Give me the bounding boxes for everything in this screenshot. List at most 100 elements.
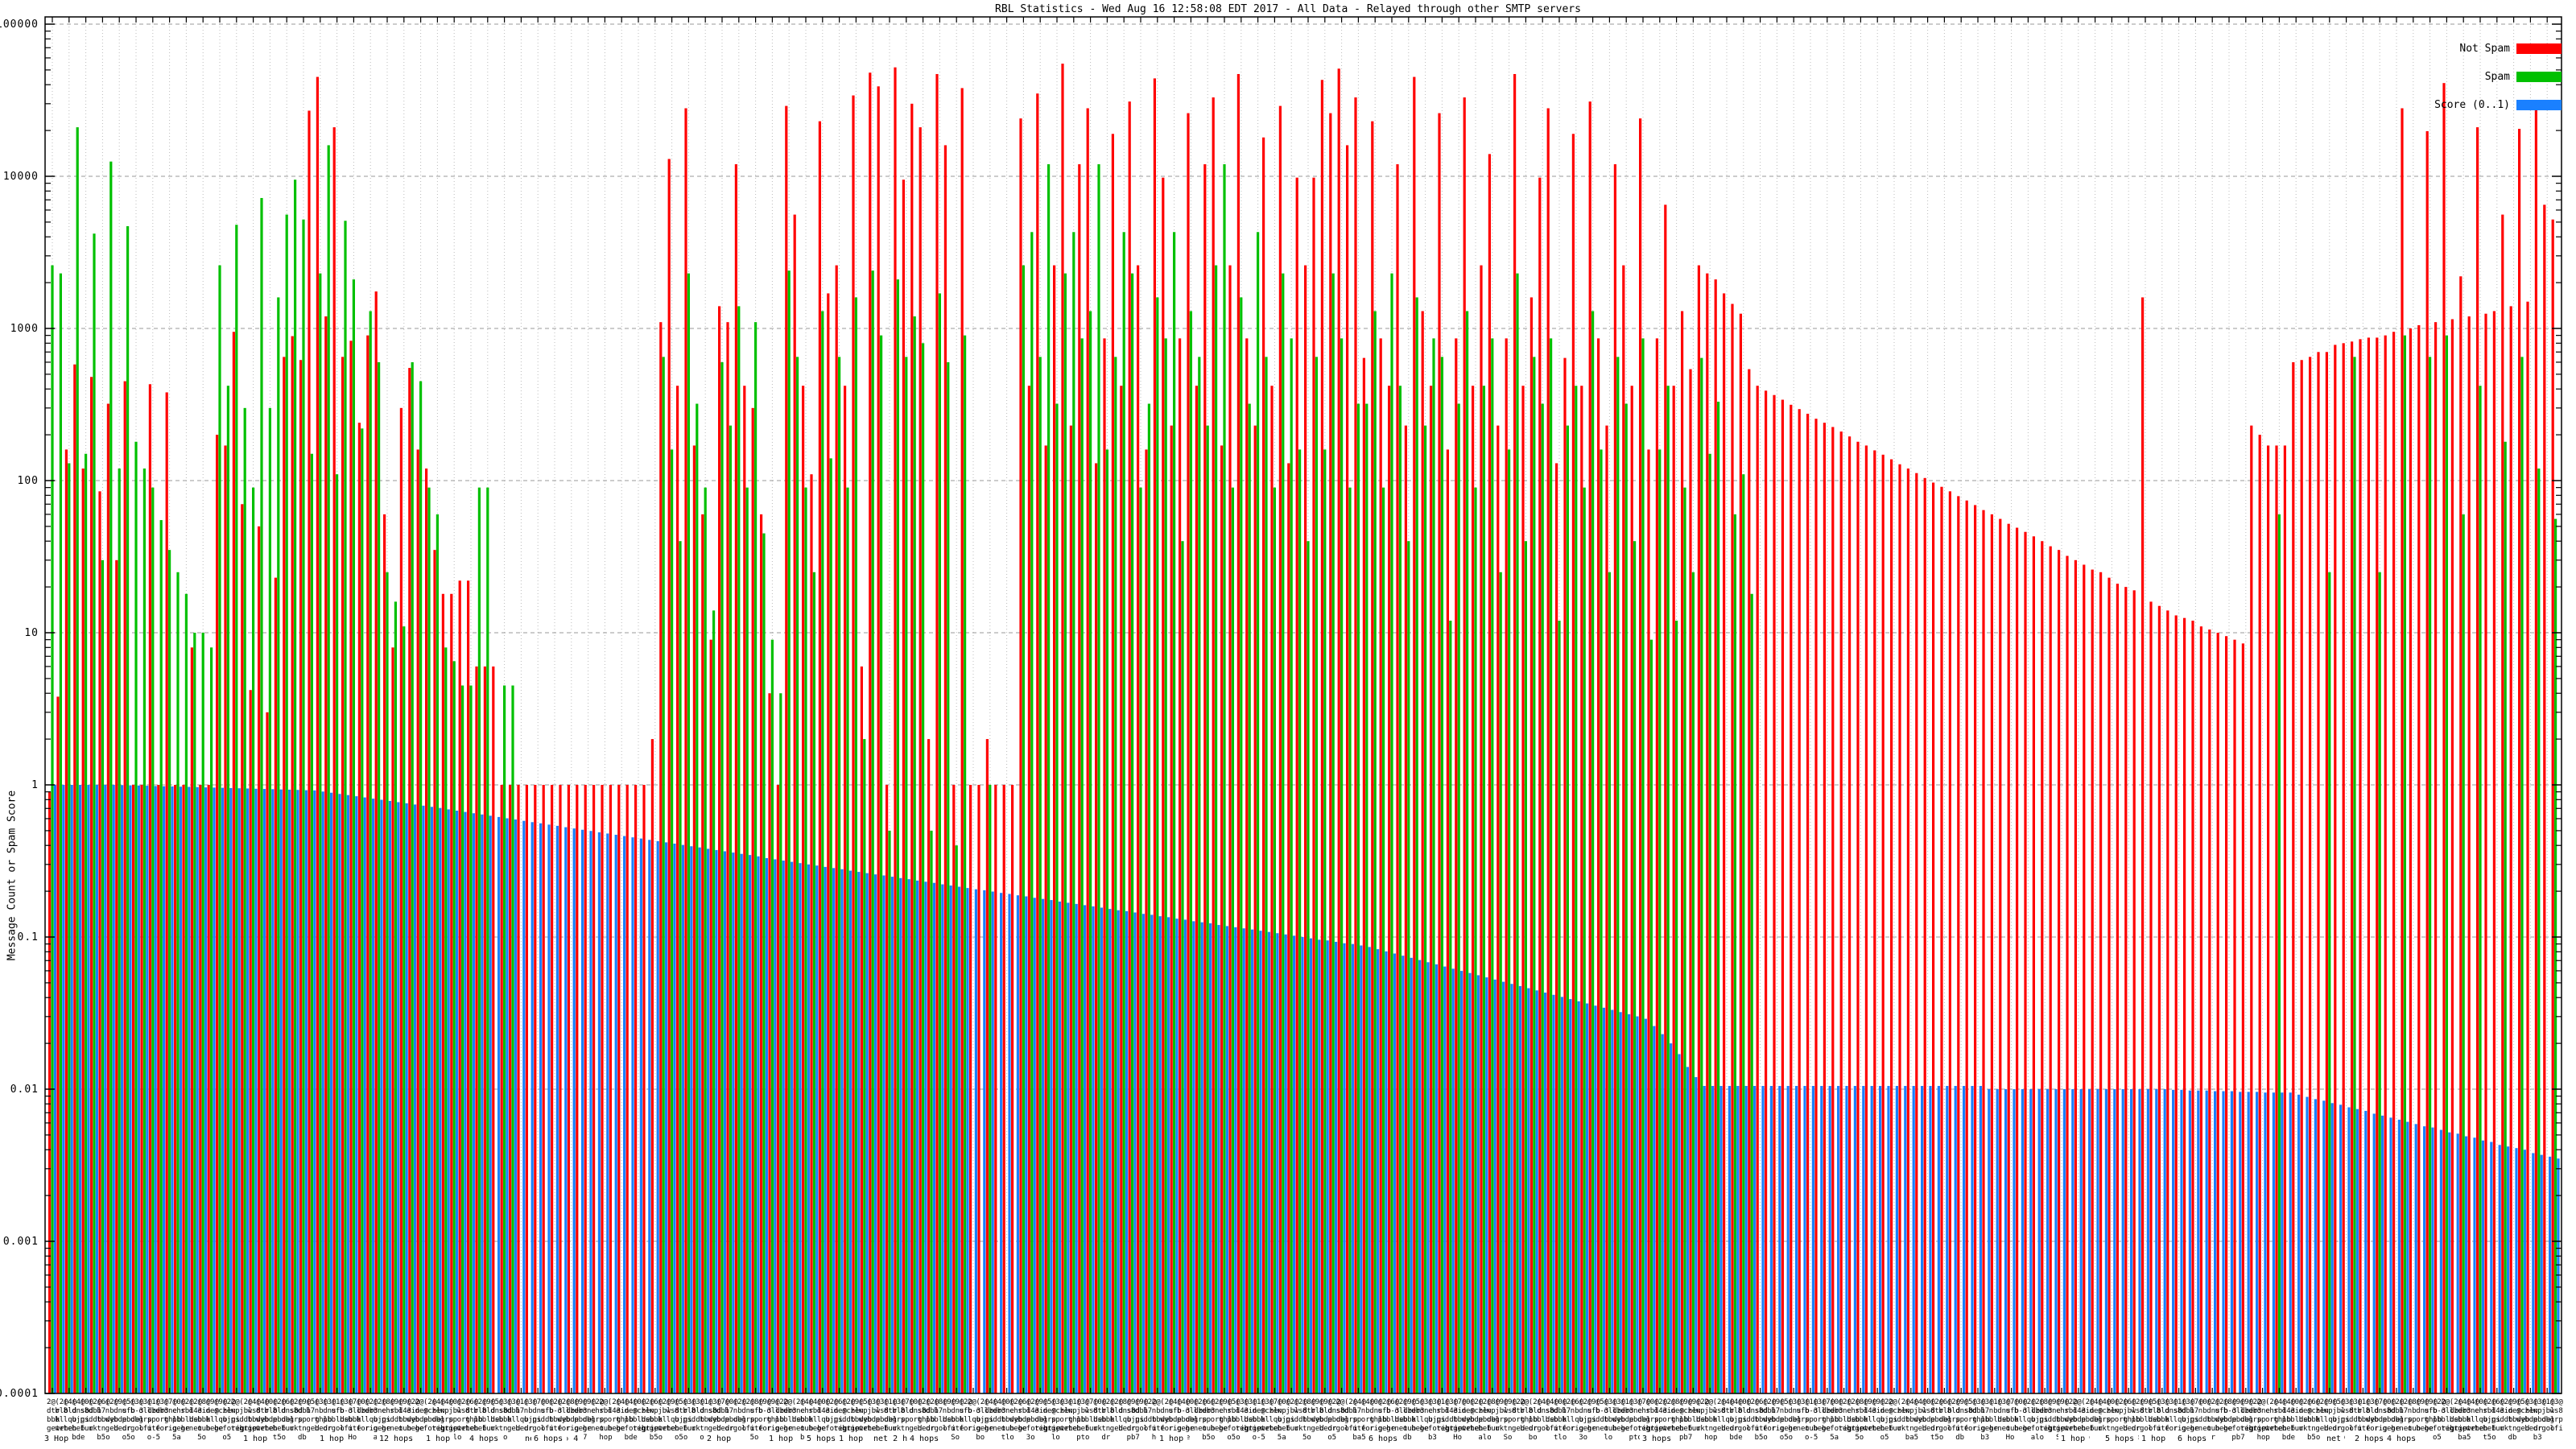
svg-text:pto: pto — [1076, 1434, 1089, 1442]
svg-text:db: db — [298, 1434, 307, 1442]
svg-text:pb: pb — [2433, 1416, 2442, 1424]
score-swatch — [2516, 99, 2562, 110]
svg-text:tlo: tlo — [1554, 1434, 1567, 1442]
svg-text:ps: ps — [1587, 1416, 1596, 1424]
legend-row-not-spam: Not Spam — [2434, 39, 2562, 58]
svg-text:4 hops: 4 hops — [469, 1435, 498, 1443]
svg-text:pb7: pb7 — [1679, 1434, 1692, 1442]
svg-text:0.01: 0.01 — [10, 1084, 39, 1096]
svg-text:1 hop: 1 hop — [769, 1435, 793, 1443]
svg-text:sp: sp — [1051, 1416, 1060, 1424]
svg-text:nb: nb — [1571, 1407, 1579, 1415]
svg-text:nb: nb — [2408, 1407, 2417, 1415]
svg-text:pb: pb — [473, 1416, 482, 1424]
svg-text:b5o: b5o — [1755, 1434, 1768, 1442]
svg-text:100: 100 — [18, 475, 39, 487]
svg-text:100000: 100000 — [0, 19, 39, 31]
svg-text:tn: tn — [1101, 1425, 1110, 1433]
svg-text:pb7: pb7 — [1127, 1434, 1140, 1442]
svg-text:t5o: t5o — [2483, 1434, 2496, 1442]
svg-text:ge: ge — [1018, 1425, 1026, 1433]
svg-text:Ho: Ho — [1453, 1434, 1462, 1442]
svg-text:pb: pb — [926, 1416, 935, 1424]
chart-title: RBL Statistics - Wed Aug 16 12:58:08 EDT… — [995, 3, 1581, 15]
svg-text:sp: sp — [298, 1416, 307, 1424]
svg-text:sp: sp — [2257, 1416, 2266, 1424]
svg-text:lo: lo — [1051, 1434, 1060, 1442]
svg-text:tn: tn — [2307, 1425, 2316, 1433]
svg-text:bl: bl — [55, 1416, 64, 1424]
svg-text:ps: ps — [532, 1416, 541, 1424]
svg-text:b3: b3 — [2533, 1434, 2542, 1442]
svg-text:1 hop: 1 hop — [2061, 1435, 2085, 1443]
svg-text:5a: 5a — [172, 1434, 181, 1442]
svg-text:pb: pb — [1529, 1416, 1538, 1424]
svg-text:db: db — [1955, 1434, 1964, 1442]
svg-text:sp: sp — [750, 1416, 759, 1424]
svg-text:ge: ge — [817, 1425, 826, 1433]
svg-text:b7: b7 — [2190, 1407, 2198, 1415]
svg-text:b7: b7 — [97, 1407, 105, 1415]
svg-text:lfi: lfi — [2550, 1425, 2563, 1433]
svg-text:wp: wp — [231, 1407, 240, 1415]
svg-text:5a: 5a — [1278, 1434, 1286, 1442]
svg-text:ba5: ba5 — [2458, 1434, 2471, 1442]
svg-text:ps: ps — [2341, 1416, 2350, 1424]
svg-text:ps: ps — [683, 1416, 691, 1424]
spam-swatch — [2516, 71, 2562, 82]
svg-text:t5o: t5o — [273, 1434, 286, 1442]
svg-text:b7: b7 — [1980, 1407, 1989, 1415]
svg-text:nb: nb — [524, 1407, 533, 1415]
svg-text:alo: alo — [2031, 1434, 2044, 1442]
legend-label-spam: Spam — [2484, 70, 2510, 83]
svg-text:1 hop: 1 hop — [2141, 1435, 2165, 1443]
svg-text:bde: bde — [2282, 1434, 2295, 1442]
svg-text:o-5: o-5 — [1253, 1434, 1265, 1442]
svg-text:ps: ps — [1889, 1416, 1897, 1424]
svg-text:dr: dr — [1101, 1434, 1110, 1442]
svg-text:ps: ps — [2491, 1416, 2500, 1424]
svg-text:tn: tn — [901, 1425, 910, 1433]
svg-text:ps: ps — [382, 1416, 390, 1424]
svg-text:ge: ge — [1620, 1425, 1629, 1433]
svg-text:sp: sp — [448, 1416, 457, 1424]
svg-text:sp: sp — [1504, 1416, 1513, 1424]
svg-text:bl: bl — [2467, 1416, 2475, 1424]
svg-text:b5o: b5o — [2307, 1434, 2320, 1442]
svg-text:1 hop: 1 hop — [243, 1435, 267, 1443]
svg-text:pb: pb — [1679, 1416, 1688, 1424]
svg-text:ge: ge — [2223, 1425, 2232, 1433]
svg-text:bde: bde — [72, 1434, 85, 1442]
svg-text:5o: 5o — [750, 1434, 759, 1442]
svg-text:pb: pb — [1980, 1416, 1989, 1424]
svg-text:ge: ge — [214, 1425, 223, 1433]
svg-text:tn: tn — [1905, 1425, 1914, 1433]
svg-text:bl: bl — [1110, 1416, 1119, 1424]
svg-text:pb: pb — [625, 1416, 634, 1424]
svg-text:5a: 5a — [1830, 1434, 1839, 1442]
svg-text:ps: ps — [1436, 1416, 1445, 1424]
svg-text:10: 10 — [24, 627, 39, 639]
svg-text:5 hops: 5 hops — [807, 1435, 836, 1443]
svg-text:o-5: o-5 — [1805, 1434, 1818, 1442]
svg-text:bl: bl — [2165, 1416, 2174, 1424]
svg-text:nb: nb — [2198, 1407, 2207, 1415]
svg-text:bl: bl — [1261, 1416, 1269, 1424]
svg-text:wp: wp — [1696, 1407, 1705, 1415]
svg-text:tlo: tlo — [1001, 1434, 1014, 1442]
svg-text:hop: hop — [1704, 1434, 1717, 1442]
svg-text:ps: ps — [834, 1416, 843, 1424]
svg-text:bl: bl — [658, 1416, 667, 1424]
svg-text:3o: 3o — [1579, 1434, 1587, 1442]
svg-text:1 hop: 1 hop — [320, 1435, 344, 1443]
svg-text:ws8: ws8 — [2550, 1407, 2563, 1415]
svg-text:o5: o5 — [222, 1434, 231, 1442]
svg-text:bl: bl — [1864, 1416, 1872, 1424]
svg-text:pb: pb — [172, 1416, 181, 1424]
svg-text:b3: b3 — [1428, 1434, 1437, 1442]
plot-canvas: 100000 10000 1000 100 10 1 0.1 0.01 0.001 0.0001 2… — [0, 0, 2576, 1449]
svg-text:bl: bl — [507, 1416, 516, 1424]
svg-text:ps: ps — [1135, 1416, 1144, 1424]
svg-text:ps: ps — [985, 1416, 993, 1424]
svg-text:So: So — [1504, 1434, 1513, 1442]
